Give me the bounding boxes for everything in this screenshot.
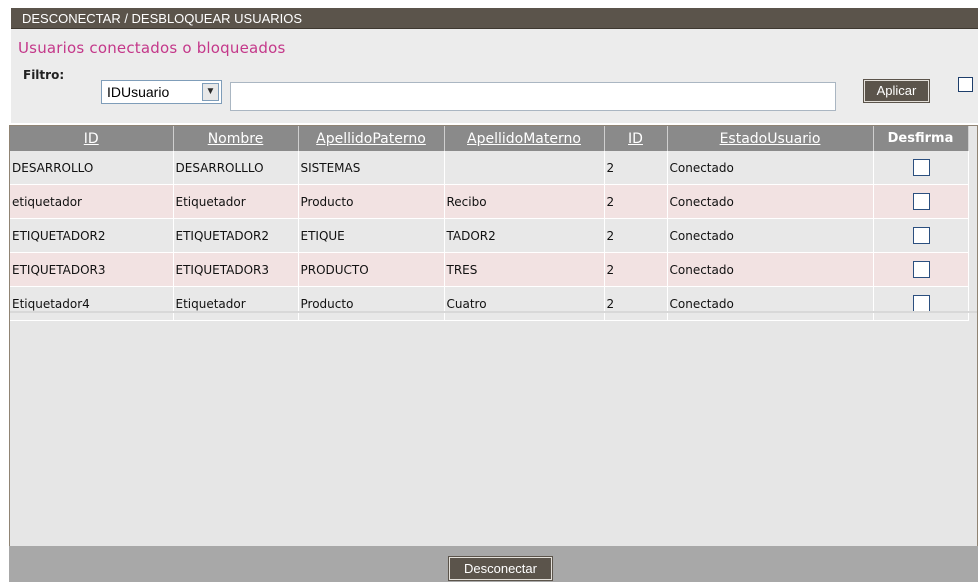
column-header-desfirma: Desfirma (873, 126, 969, 151)
cell-apellido-paterno: SISTEMAS (298, 151, 445, 185)
cell-estado-usuario: Conectado (667, 286, 874, 321)
cell-id: ETIQUETADOR2 (10, 218, 174, 253)
table-row[interactable]: etiquetador Etiquetador Producto Recibo … (10, 184, 969, 219)
cell-id-2: 2 (604, 252, 668, 287)
cell-nombre: ETIQUETADOR2 (173, 218, 299, 253)
column-header-apellido-paterno[interactable]: ApellidoPaterno (298, 126, 445, 151)
cell-id: Etiquetador4 (10, 286, 174, 321)
cell-apellido-paterno: ETIQUE (298, 218, 445, 253)
cell-id: DESARROLLO (10, 151, 174, 185)
filter-label: Filtro: (23, 68, 65, 82)
users-table: ID Nombre ApellidoPaterno ApellidoMatern… (10, 126, 969, 321)
select-all-checkbox[interactable] (958, 77, 973, 92)
cell-desfirma (873, 151, 969, 185)
desfirma-checkbox[interactable] (913, 159, 930, 176)
cell-id-2: 2 (604, 184, 668, 219)
desfirma-checkbox[interactable] (913, 193, 930, 210)
column-header-id[interactable]: ID (10, 126, 174, 151)
disconnect-button[interactable]: Desconectar (448, 556, 553, 581)
cell-id-2: 2 (604, 286, 668, 321)
cell-apellido-materno: TADOR2 (444, 218, 605, 253)
cell-estado-usuario: Conectado (667, 252, 874, 287)
cell-desfirma (873, 252, 969, 287)
cell-apellido-materno (444, 151, 605, 185)
cell-apellido-paterno: Producto (298, 286, 445, 321)
cell-apellido-materno: TRES (444, 252, 605, 287)
desfirma-checkbox[interactable] (913, 295, 930, 312)
cell-nombre: DESARROLLLO (173, 151, 299, 185)
column-header-id-2[interactable]: ID (604, 126, 668, 151)
cell-desfirma (873, 184, 969, 219)
desfirma-checkbox[interactable] (913, 227, 930, 244)
table-header-row: ID Nombre ApellidoPaterno ApellidoMatern… (10, 126, 969, 151)
table-row[interactable]: ETIQUETADOR3 ETIQUETADOR3 PRODUCTO TRES … (10, 252, 969, 287)
cell-nombre: ETIQUETADOR3 (173, 252, 299, 287)
cell-estado-usuario: Conectado (667, 184, 874, 219)
grid-divider (10, 311, 977, 313)
apply-button[interactable]: Aplicar (863, 79, 930, 103)
table-row[interactable]: ETIQUETADOR2 ETIQUETADOR2 ETIQUE TADOR2 … (10, 218, 969, 253)
filter-search-input[interactable] (230, 82, 836, 111)
cell-id: ETIQUETADOR3 (10, 252, 174, 287)
page-subtitle: Usuarios conectados o bloqueados (18, 39, 286, 57)
cell-id: etiquetador (10, 184, 174, 219)
window-title: DESCONECTAR / DESBLOQUEAR USUARIOS (11, 8, 978, 29)
column-header-estado-usuario[interactable]: EstadoUsuario (667, 126, 874, 151)
cell-desfirma (873, 218, 969, 253)
cell-estado-usuario: Conectado (667, 218, 874, 253)
table-row[interactable]: Etiquetador4 Etiquetador Producto Cuatro… (10, 286, 969, 321)
cell-desfirma (873, 286, 969, 321)
chevron-down-icon[interactable]: ▼ (202, 83, 219, 101)
filter-field-select[interactable]: IDUsuario ▼ (101, 80, 222, 104)
cell-id-2: 2 (604, 151, 668, 185)
cell-nombre: Etiquetador (173, 184, 299, 219)
filter-field-value: IDUsuario (107, 84, 170, 100)
column-header-apellido-materno[interactable]: ApellidoMaterno (444, 126, 605, 151)
cell-estado-usuario: Conectado (667, 151, 874, 185)
desfirma-checkbox[interactable] (913, 261, 930, 278)
cell-apellido-paterno: PRODUCTO (298, 252, 445, 287)
cell-nombre: Etiquetador (173, 286, 299, 321)
cell-apellido-materno: Recibo (444, 184, 605, 219)
table-row[interactable]: DESARROLLO DESARROLLLO SISTEMAS 2 Conect… (10, 151, 969, 185)
column-header-nombre[interactable]: Nombre (173, 126, 299, 151)
cell-id-2: 2 (604, 218, 668, 253)
cell-apellido-materno: Cuatro (444, 286, 605, 321)
cell-apellido-paterno: Producto (298, 184, 445, 219)
